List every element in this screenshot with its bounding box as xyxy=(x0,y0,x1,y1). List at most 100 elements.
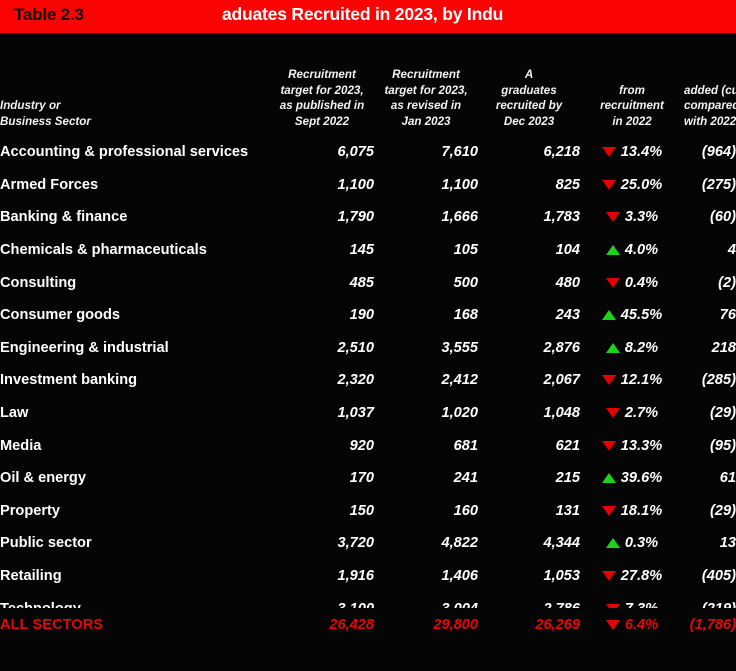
row-actual: 480 xyxy=(555,274,580,291)
table-container: Industry or Business Sector Recruitment … xyxy=(0,33,736,671)
row-actual: 215 xyxy=(555,470,580,487)
row-target-2023: 1,100 xyxy=(441,176,478,193)
total-actual: 26,269 xyxy=(535,617,580,633)
row-sector-label: Consumer goods xyxy=(0,307,120,324)
triangle-down-icon xyxy=(605,408,620,419)
row-target-2023: 105 xyxy=(453,242,478,259)
row-change: 0.3% xyxy=(580,527,684,560)
recruitment-table: Industry or Business Sector Recruitment … xyxy=(0,33,736,625)
row-change: 12.1% xyxy=(580,364,684,397)
row-sector-label: Public sector xyxy=(0,535,92,552)
row-change-value: 18.1% xyxy=(620,502,663,519)
row-target-2022: 920 xyxy=(349,437,374,454)
triangle-down-icon xyxy=(605,212,620,223)
row-target-2023: 2,412 xyxy=(441,372,478,389)
row-actual: 1,048 xyxy=(543,405,580,422)
header-line: Sept 2022 xyxy=(294,114,350,128)
row-target-2023: 241 xyxy=(453,470,478,487)
table-row: Oil & energy 170 241 215 39.6% 61 xyxy=(0,462,736,495)
row-delta: 13 xyxy=(719,535,736,552)
row-target-2022: 2,510 xyxy=(337,339,374,356)
row-actual: 104 xyxy=(555,242,580,259)
row-sector-label: Law xyxy=(0,405,29,422)
row-delta: 218 xyxy=(711,339,736,356)
row-actual: 2,067 xyxy=(543,372,580,389)
row-actual: 131 xyxy=(555,502,580,519)
table-row: Chemicals & pharmaceuticals 145 105 104 4.0%… xyxy=(0,234,736,267)
total-delta: (1,786) xyxy=(689,617,736,633)
row-delta: 61 xyxy=(719,470,736,487)
header-line: Dec 2023 xyxy=(503,114,555,128)
row-change-value: 13.4% xyxy=(620,144,663,161)
row-target-2023: 1,020 xyxy=(441,405,478,422)
row-target-2023: 681 xyxy=(453,437,478,454)
column-header-delta: added (cut), compared with 2022 xyxy=(684,33,736,136)
totals-row-container: ALL SECTORS 26,428 29,800 26,269 6.4% (1… xyxy=(0,608,736,671)
header-line: target for 2023, xyxy=(280,83,364,97)
row-change-value: 4.0% xyxy=(624,242,659,259)
row-change: 39.6% xyxy=(580,462,684,495)
table-row: Banking & finance 1,790 1,666 1,783 3.3% (60) xyxy=(0,201,736,234)
row-change-value: 25.0% xyxy=(620,176,663,193)
table-row: Property 150 160 131 18.1% (29) xyxy=(0,495,736,528)
triangle-down-icon xyxy=(601,440,616,451)
triangle-down-icon xyxy=(605,277,620,288)
row-delta: (964) xyxy=(701,144,736,161)
table-row: Retailing 1,916 1,406 1,053 27.8% (405) xyxy=(0,560,736,593)
row-change-value: 2.7% xyxy=(624,405,659,422)
header-line: target for 2023, xyxy=(384,83,468,97)
column-header-actual-graduates: A graduates recruited by Dec 2023 xyxy=(478,33,580,136)
header-line: recruited by xyxy=(495,99,563,112)
row-sector-label: Banking & finance xyxy=(0,209,128,226)
row-delta: (60) xyxy=(710,209,736,226)
header-line: with 2022 xyxy=(684,114,736,128)
title-banner: Table 2.3 aduates Recruited in 2023, by … xyxy=(0,0,736,33)
table-header-row: Industry or Business Sector Recruitment … xyxy=(0,33,736,136)
table-title: aduates Recruited in 2023, by Indu xyxy=(222,4,504,24)
triangle-down-icon xyxy=(605,620,620,630)
column-header-sector: Industry or Business Sector xyxy=(0,33,270,136)
row-actual: 1,783 xyxy=(543,209,580,226)
row-target-2023: 168 xyxy=(453,307,478,324)
header-line: compared xyxy=(684,99,736,112)
table-row-total: ALL SECTORS 26,428 29,800 26,269 6.4% (1… xyxy=(0,608,736,642)
row-delta: (285) xyxy=(701,372,736,389)
row-sector-label: Investment banking xyxy=(0,372,138,389)
row-sector-label: Media xyxy=(0,437,42,454)
row-actual: 825 xyxy=(555,176,580,193)
column-header-target-2023: Recruitment target for 2023, as revised … xyxy=(374,33,478,136)
row-delta: 76 xyxy=(719,307,736,324)
header-line: in 2022 xyxy=(612,114,652,128)
row-target-2022: 6,075 xyxy=(337,144,374,161)
row-change: 2.7% xyxy=(580,397,684,430)
row-target-2022: 170 xyxy=(349,470,374,487)
header-line: Industry or xyxy=(0,99,61,112)
row-target-2023: 3,555 xyxy=(441,339,478,356)
row-delta: (405) xyxy=(701,568,736,585)
row-delta: (275) xyxy=(701,176,736,193)
row-change-value: 3.3% xyxy=(624,209,659,226)
row-target-2022: 1,100 xyxy=(337,176,374,193)
row-target-2023: 4,822 xyxy=(441,535,478,552)
row-change-value: 13.3% xyxy=(620,437,663,454)
total-change: 6.4% xyxy=(580,608,684,642)
row-target-2023: 1,666 xyxy=(441,209,478,226)
row-target-2022: 1,790 xyxy=(337,209,374,226)
header-line: Recruitment xyxy=(392,68,460,81)
table-row: Public sector 3,720 4,822 4,344 0.3% 13 xyxy=(0,527,736,560)
triangle-up-icon xyxy=(605,538,620,549)
row-actual: 6,218 xyxy=(543,144,580,161)
table-row: Armed Forces 1,100 1,100 825 25.0% (275) xyxy=(0,169,736,202)
triangle-up-icon xyxy=(601,310,616,321)
triangle-down-icon xyxy=(601,375,616,386)
table-row: Engineering & industrial 2,510 3,555 2,876 8… xyxy=(0,332,736,365)
total-change-value: 6.4% xyxy=(624,617,659,633)
row-sector-label: Armed Forces xyxy=(0,176,99,193)
row-target-2023: 160 xyxy=(453,502,478,519)
row-change: 4.0% xyxy=(580,234,684,267)
triangle-down-icon xyxy=(601,571,616,582)
triangle-up-icon xyxy=(601,473,616,484)
row-delta: (29) xyxy=(710,502,736,519)
row-sector-label: Chemicals & pharmaceuticals xyxy=(0,242,207,259)
row-delta: 4 xyxy=(727,242,736,259)
